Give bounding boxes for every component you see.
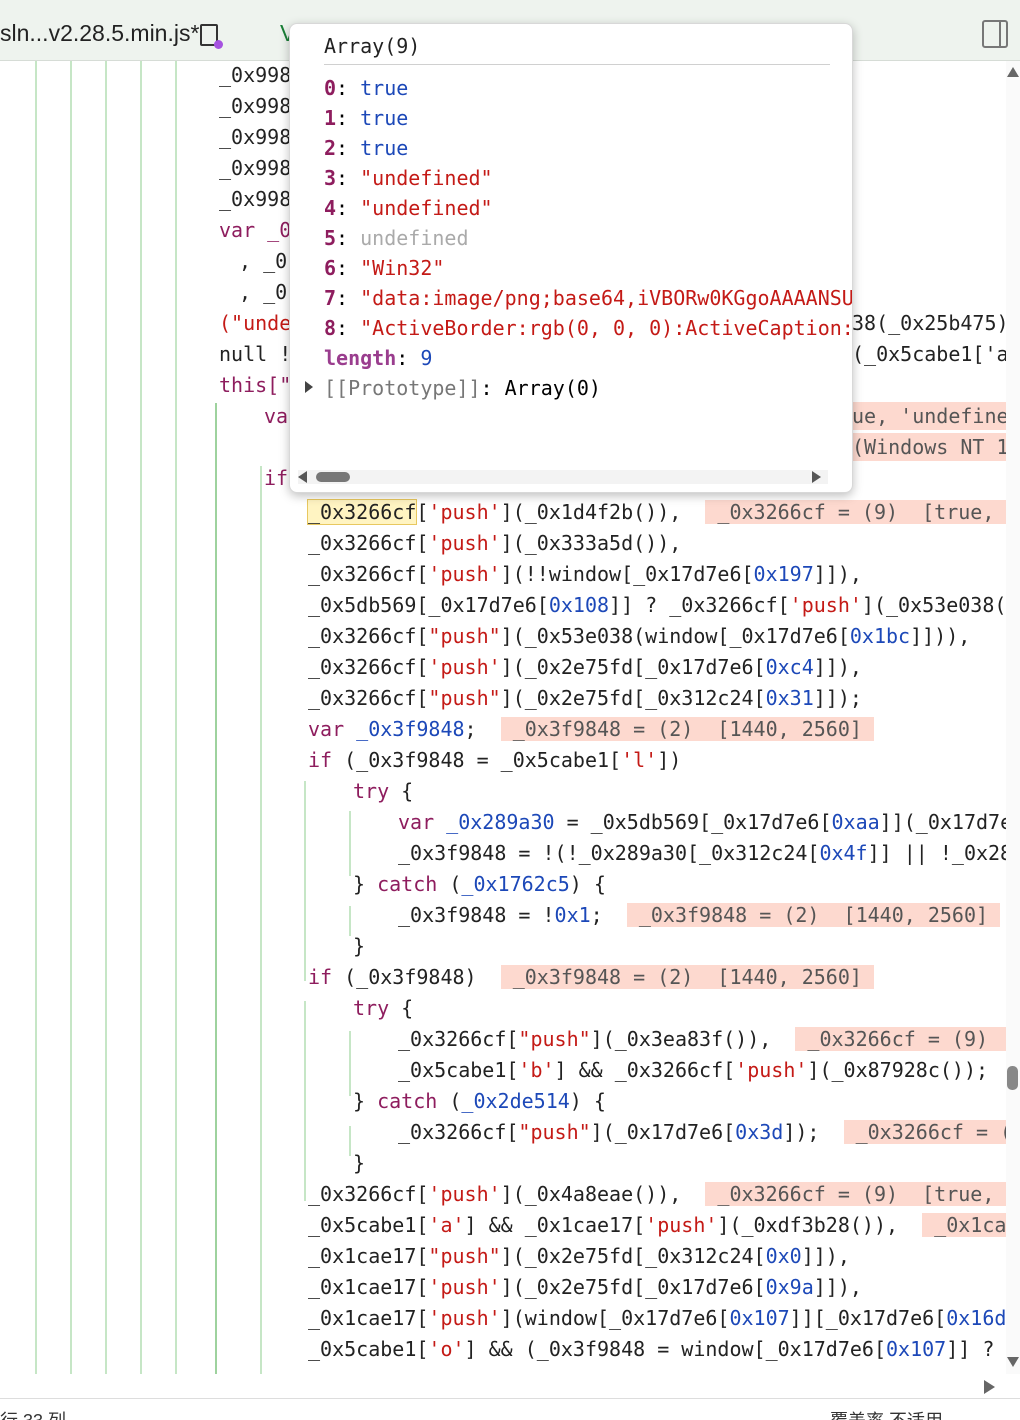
scroll-right-icon[interactable] — [812, 471, 821, 483]
indent-guide — [35, 61, 37, 1374]
scroll-up-icon[interactable] — [1007, 67, 1019, 77]
indent-guide — [260, 466, 262, 1374]
indent-guide — [175, 61, 177, 1374]
code-line: _0x998 — [219, 125, 292, 149]
code-fragment: 38(_0x25b475)) — [852, 311, 1006, 335]
indent-guide — [105, 61, 107, 1374]
code-line: _0x3266cf['push'](_0x4a8eae()), _0x3266c… — [308, 1180, 1006, 1208]
coverage-status[interactable]: 覆盖率 不适用 — [830, 1407, 943, 1420]
code-line: var _0x289a30 = _0x5db569[_0x17d7e6[0xaa… — [398, 810, 1006, 834]
array-item[interactable]: 5: undefined — [324, 224, 469, 252]
status-bar: 行 33 列 覆盖率 不适用 — [0, 1398, 1020, 1420]
value-hover-popup[interactable]: Array(9) 0: true 1: true 2: true 3: "und… — [289, 23, 853, 493]
code-line: var _0x3f9848; _0x3f9848 = (2) [1440, 25… — [308, 717, 874, 741]
expand-triangle-icon[interactable] — [305, 381, 313, 393]
code-line: try { — [353, 996, 414, 1020]
scrollbar-thumb[interactable] — [1007, 1066, 1018, 1090]
code-line: _0x1cae17["push"](_0x2e75fd[_0x312c24[0x… — [308, 1244, 850, 1268]
code-line: _0x1cae17['push'](_0x2e75fd[_0x17d7e6[0x… — [308, 1275, 862, 1299]
code-line: _0x3266cf["push"](_0x17d7e6[0x3d]); _0x3… — [398, 1118, 1006, 1146]
code-line: _0x3f9848 = !0x1; _0x3f9848 = (2) [1440,… — [398, 903, 1001, 927]
code-line: _0x998 — [219, 63, 292, 87]
code-line: _0x5cabe1['b'] && _0x3266cf['push'](_0x8… — [398, 1058, 989, 1082]
code-line: _0x3266cf['push'](!!window[_0x17d7e6[0x1… — [308, 562, 862, 586]
divider — [324, 64, 830, 65]
code-line: _0x3266cf['push'](_0x2e75fd[_0x17d7e6[0x… — [308, 655, 862, 679]
prototype-row[interactable]: [[Prototype]]: Array(0) — [324, 374, 601, 402]
code-line: } — [353, 1151, 366, 1175]
code-line: } — [353, 934, 366, 958]
popup-horizontal-scrollbar[interactable] — [298, 470, 828, 484]
code-line: try { — [353, 779, 414, 803]
array-item[interactable]: 1: true — [324, 104, 408, 132]
code-line: va — [264, 404, 289, 428]
code-line: _0x5cabe1['o'] && (_0x3f9848 = window[_0… — [308, 1337, 995, 1361]
code-line: _0x5db569[_0x17d7e6[0x108]] ? _0x3266cf[… — [308, 593, 1006, 617]
indent-guide — [349, 811, 351, 876]
code-line: _0x3266cf['push'](_0x333a5d()), — [308, 531, 682, 555]
code-fragment: (_0x5cabe1['a' — [852, 342, 1006, 366]
scroll-down-icon[interactable] — [1007, 1357, 1019, 1367]
indent-guide — [304, 1001, 306, 1201]
code-line: _0x998 — [219, 156, 292, 180]
array-item[interactable]: 6: "Win32" — [324, 254, 444, 282]
popup-title: Array(9) — [324, 34, 421, 58]
code-line: _0x1cae17['push'](window[_0x17d7e6[0x107… — [308, 1306, 1006, 1330]
code-line: if — [264, 466, 289, 490]
indent-guide — [140, 61, 142, 1374]
indent-guide — [349, 1031, 351, 1096]
code-line: _0x3f9848 = !(!_0x289a30[_0x312c24[0x4f]… — [398, 841, 1006, 865]
indent-guide — [304, 781, 306, 981]
array-item[interactable]: 3: "undefined" — [324, 164, 493, 192]
code-line: } catch (_0x1762c5) { — [353, 872, 606, 896]
inline-value-hint: ue, 'undefine — [852, 402, 1006, 430]
code-line: _0x3266cf['push'](_0x1d4f2b()), _0x3266c… — [306, 498, 1006, 526]
toggle-sidebar-icon[interactable] — [982, 20, 1008, 48]
indent-guide — [349, 1126, 351, 1156]
code-line: if (_0x3f9848) _0x3f9848 = (2) [1440, 25… — [308, 965, 874, 989]
code-line: if (_0x3f9848 = _0x5cabe1['l']) — [308, 748, 682, 772]
code-line: _0x3266cf["push"](_0x53e038(window[_0x17… — [308, 624, 971, 648]
vertical-scrollbar[interactable] — [1006, 61, 1020, 1374]
array-item[interactable]: 8: "ActiveBorder:rgb(0, 0, 0):ActiveCapt… — [324, 314, 852, 342]
array-length: length: 9 — [324, 346, 433, 370]
indent-guide — [215, 403, 217, 1374]
scrollbar-thumb[interactable] — [316, 472, 350, 482]
active-file-tab[interactable]: sln...v2.28.5.min.js* — [0, 20, 199, 47]
array-item[interactable]: 7: "data:image/png;base64,iVBORw0KGgoAAA… — [324, 284, 852, 312]
scroll-right-icon[interactable] — [984, 1380, 995, 1394]
code-line: , _0 — [239, 249, 288, 273]
code-line: _0x5cabe1['a'] && _0x1cae17['push'](_0xd… — [308, 1211, 1006, 1239]
code-line: _0x3266cf["push"](_0x2e75fd[_0x312c24[0x… — [308, 686, 862, 710]
scroll-left-icon[interactable] — [298, 471, 307, 483]
code-line: _0x998 — [219, 187, 292, 211]
code-line: this[" — [219, 373, 292, 397]
code-line: , _0 — [239, 280, 288, 304]
code-line: ("unde — [219, 311, 292, 335]
code-line: _0x998 — [219, 94, 292, 118]
code-line: var _0 — [219, 218, 292, 242]
inline-value-hint: (Windows NT 1 — [852, 433, 1006, 461]
array-item[interactable]: 2: true — [324, 134, 408, 162]
cursor-position[interactable]: 行 33 列 — [0, 1407, 66, 1420]
indent-guide — [349, 906, 351, 936]
indent-guide — [70, 61, 72, 1374]
code-line: } catch (_0x2de514) { — [353, 1089, 606, 1113]
array-item[interactable]: 0: true — [324, 74, 408, 102]
code-line: _0x3266cf["push"](_0x3ea83f()), _0x3266c… — [398, 1025, 1006, 1053]
unsaved-dot-icon — [214, 40, 223, 49]
array-item[interactable]: 4: "undefined" — [324, 194, 493, 222]
